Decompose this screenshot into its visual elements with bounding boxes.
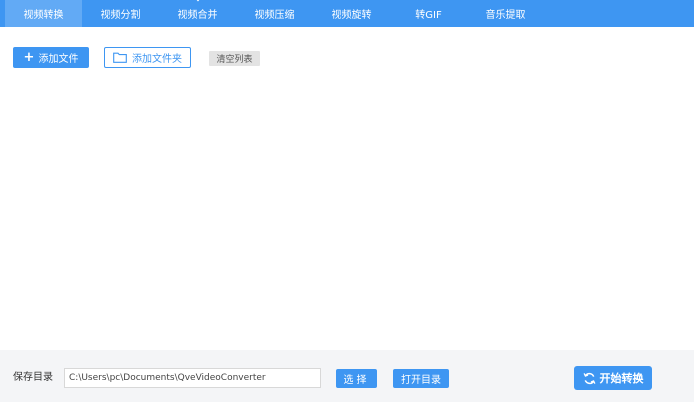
start-convert-button[interactable]: 开始转换	[574, 366, 652, 390]
tab-label: 视频合并	[177, 10, 218, 21]
tab-video-merge[interactable]: 视频合并	[159, 0, 236, 27]
rotate-icon	[345, 0, 359, 6]
refresh-icon	[583, 372, 595, 384]
tab-music-extract[interactable]: 音乐提取	[467, 0, 544, 27]
clear-list-label: 清空列表	[216, 55, 253, 65]
folder-icon	[113, 52, 127, 63]
convert-icon	[37, 0, 51, 6]
tab-video-rotate[interactable]: 视频旋转	[313, 0, 390, 27]
gif-icon	[422, 0, 436, 6]
add-file-label: 添加文件	[38, 54, 79, 65]
save-directory-label: 保存目录	[13, 372, 53, 383]
compress-icon	[268, 0, 282, 6]
tab-label: 视频转换	[23, 10, 64, 21]
tab-video-convert[interactable]: 视频转换	[5, 0, 82, 27]
top-nav-bar: 视频转换 视频分割 视频合并 视频压缩 视频旋转 转GIF 音乐提取	[0, 0, 694, 27]
tab-label: 音乐提取	[485, 10, 526, 21]
add-folder-label: 添加文件夹	[132, 54, 182, 65]
open-directory-button[interactable]: 打开目录	[393, 369, 449, 388]
split-icon	[114, 0, 128, 6]
start-convert-label: 开始转换	[599, 372, 644, 385]
tab-label: 视频旋转	[331, 10, 372, 21]
save-path-input[interactable]	[64, 368, 321, 388]
choose-label: 选择	[343, 375, 370, 386]
file-list-area[interactable]	[0, 74, 694, 349]
tab-video-split[interactable]: 视频分割	[82, 0, 159, 27]
choose-directory-button[interactable]: 选择	[336, 369, 377, 388]
tab-video-compress[interactable]: 视频压缩	[236, 0, 313, 27]
add-folder-button[interactable]: 添加文件夹	[104, 47, 191, 68]
tab-label: 转GIF	[415, 10, 442, 21]
tab-label: 视频分割	[100, 10, 141, 21]
video-converter-window: 视频转换 视频分割 视频合并 视频压缩 视频旋转 转GIF 音乐提取 + 添加文…	[0, 0, 694, 402]
plus-icon: +	[23, 50, 35, 65]
music-icon	[499, 0, 513, 6]
open-directory-label: 打开目录	[401, 375, 441, 386]
tab-to-gif[interactable]: 转GIF	[390, 0, 467, 27]
clear-list-button[interactable]: 清空列表	[209, 51, 260, 66]
merge-icon	[196, 0, 199, 2]
add-file-button[interactable]: + 添加文件	[13, 47, 89, 68]
tab-label: 视频压缩	[254, 10, 295, 21]
